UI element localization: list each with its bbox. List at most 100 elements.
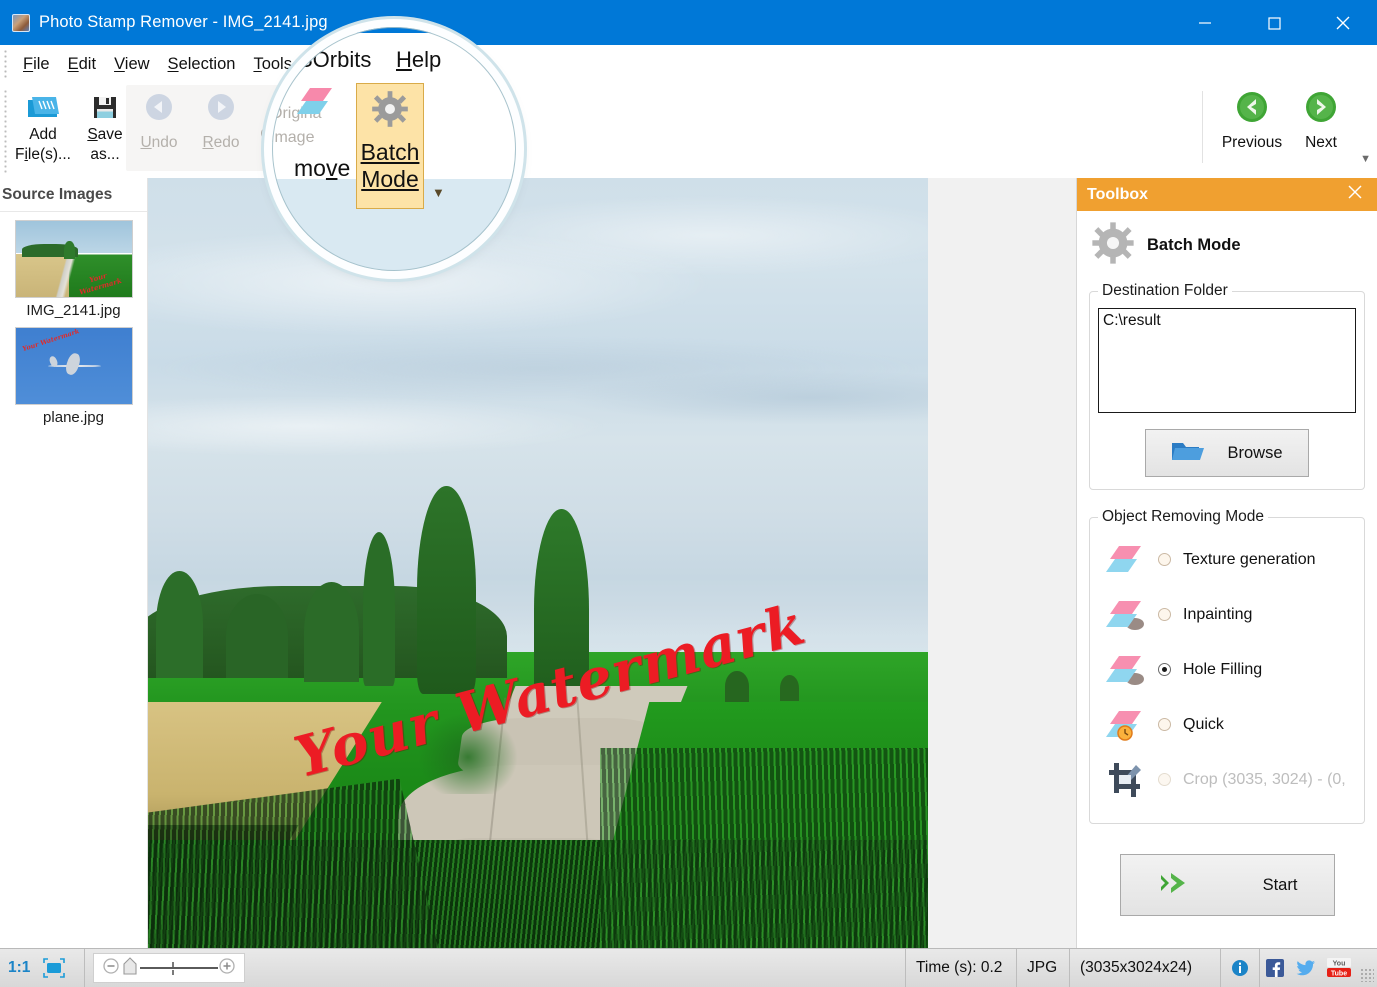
status-divider-1 bbox=[84, 948, 86, 987]
magnified-batch-label-2: Mode bbox=[361, 166, 419, 192]
mode-option-texture-generation[interactable]: Texture generation bbox=[1098, 532, 1356, 587]
ribbon-group-navigation: Previous Next bbox=[1198, 83, 1353, 178]
list-item[interactable]: Your Watermark IMG_2141.jpg bbox=[0, 220, 147, 325]
radio-crop[interactable] bbox=[1158, 773, 1171, 786]
eraser-shadow-icon bbox=[1098, 653, 1154, 687]
redo-label: Redo bbox=[202, 134, 240, 151]
mode-label-texture-generation: Texture generation bbox=[1183, 550, 1316, 568]
mode-label-inpainting: Inpainting bbox=[1183, 605, 1253, 623]
facebook-icon[interactable] bbox=[1260, 949, 1290, 987]
menu-edit[interactable]: Edit bbox=[59, 52, 105, 77]
twitter-icon[interactable] bbox=[1290, 949, 1322, 987]
start-button[interactable]: Start bbox=[1119, 854, 1335, 916]
magnified-remove-label: move bbox=[294, 155, 351, 181]
previous-arrow-icon bbox=[1235, 89, 1269, 125]
mode-label-quick: Quick bbox=[1183, 715, 1224, 733]
destination-folder-group: Destination Folder C:\result Browse bbox=[1089, 282, 1365, 490]
zoom-out-icon[interactable] bbox=[102, 957, 120, 980]
zoom-slider[interactable] bbox=[93, 953, 246, 983]
svg-text:You: You bbox=[1333, 960, 1346, 967]
landscape-road-thumbnail[interactable]: Your Watermark bbox=[14, 220, 133, 298]
minimize-button[interactable] bbox=[1170, 0, 1239, 45]
previous-label: Previous bbox=[1221, 134, 1283, 151]
toolbox-section-title: Batch Mode bbox=[1147, 236, 1241, 254]
close-button[interactable] bbox=[1308, 0, 1377, 45]
status-bar: 1:1 Time (s): 0.2 JPG (3035x3024x24) You… bbox=[0, 948, 1377, 987]
mode-label-crop: Crop (3035, 3024) - (0, bbox=[1183, 770, 1346, 788]
next-label: Next bbox=[1305, 134, 1337, 151]
magnified-eraser-icon bbox=[296, 85, 338, 124]
mode-label-hole-filling: Hole Filling bbox=[1183, 660, 1263, 678]
magnified-menu-help[interactable]: Help bbox=[396, 47, 441, 73]
ribbon-toolbar: Add File(s)... Save as... Undo Redo Prev… bbox=[0, 83, 1377, 178]
add-files-label-1: Add bbox=[29, 126, 57, 143]
redo-button[interactable]: Redo bbox=[190, 83, 252, 153]
destination-folder-legend: Destination Folder bbox=[1102, 282, 1228, 299]
mode-option-hole-filling[interactable]: Hole Filling bbox=[1098, 642, 1356, 697]
eraser-icon bbox=[1098, 543, 1154, 577]
processing-time-label: Time (s): 0.2 bbox=[916, 959, 1003, 976]
ribbon-grip[interactable] bbox=[4, 89, 7, 173]
magnified-menu-sorbits[interactable]: SOrbits bbox=[298, 47, 371, 73]
menu-grip[interactable] bbox=[4, 49, 7, 79]
mode-option-quick[interactable]: Quick bbox=[1098, 697, 1356, 752]
source-images-panel: Source Images Your Watermark IMG_2141.jp… bbox=[0, 178, 148, 948]
undo-button[interactable]: Undo bbox=[128, 83, 190, 153]
undo-label: Undo bbox=[140, 134, 178, 151]
fit-to-window-icon[interactable] bbox=[40, 949, 76, 987]
mode-option-inpainting[interactable]: Inpainting bbox=[1098, 587, 1356, 642]
menu-view[interactable]: View bbox=[105, 52, 158, 77]
browse-label: Browse bbox=[1227, 443, 1283, 462]
add-files-button[interactable]: Add File(s)... bbox=[12, 83, 74, 165]
toolbox-section-header: Batch Mode bbox=[1077, 211, 1377, 276]
start-label: Start bbox=[1262, 875, 1298, 894]
next-button[interactable]: Next bbox=[1289, 83, 1353, 153]
magnifier-overlay: SOrbits Help Origina Image move Batch Mo… bbox=[272, 27, 516, 271]
mode-option-crop[interactable]: Crop (3035, 3024) - (0, bbox=[1098, 752, 1356, 807]
landscape-road-field-photo[interactable]: Your Watermark bbox=[148, 178, 928, 948]
eraser-clock-icon bbox=[1098, 708, 1154, 742]
save-as-label-2: as... bbox=[90, 146, 120, 163]
list-item[interactable]: Your Watermark plane.jpg bbox=[0, 327, 147, 432]
zoom-ratio-label[interactable]: 1:1 bbox=[0, 949, 40, 987]
toolbox-header: Toolbox bbox=[1077, 178, 1377, 211]
resize-grip[interactable] bbox=[1360, 968, 1374, 982]
radio-inpainting[interactable] bbox=[1158, 608, 1171, 621]
folder-icon bbox=[1171, 439, 1205, 468]
list-item-label: IMG_2141.jpg bbox=[26, 302, 121, 319]
image-canvas-area[interactable]: Your Watermark bbox=[148, 178, 1076, 948]
magnified-batch-mode-button[interactable]: Batch Mode bbox=[356, 83, 424, 209]
toolbox-panel: Toolbox Batch Mode Destination Folder C:… bbox=[1076, 178, 1377, 948]
magnified-overflow-icon[interactable]: ▼ bbox=[432, 185, 445, 200]
zoom-in-icon[interactable] bbox=[218, 957, 236, 980]
radio-texture-generation[interactable] bbox=[1158, 553, 1171, 566]
previous-button[interactable]: Previous bbox=[1215, 83, 1289, 153]
menu-file[interactable]: FFileile bbox=[14, 52, 59, 77]
redo-icon bbox=[205, 89, 237, 125]
gear-icon bbox=[371, 90, 409, 133]
save-icon bbox=[91, 89, 119, 125]
youtube-icon[interactable]: You Tube bbox=[1322, 949, 1360, 987]
info-icon[interactable] bbox=[1221, 949, 1259, 987]
add-files-icon bbox=[26, 89, 60, 125]
maximize-button[interactable] bbox=[1239, 0, 1308, 45]
next-arrow-icon bbox=[1304, 89, 1338, 125]
radio-quick[interactable] bbox=[1158, 718, 1171, 731]
magnified-batch-label-1: Batch bbox=[360, 139, 420, 165]
object-removing-mode-group: Object Removing Mode Texture generation bbox=[1089, 508, 1365, 824]
airplane-thumbnail[interactable]: Your Watermark bbox=[14, 327, 133, 405]
dimensions-label: (3035x3024x24) bbox=[1080, 959, 1193, 976]
menu-selection[interactable]: Selection bbox=[159, 52, 245, 77]
zoom-slider-handle[interactable] bbox=[122, 956, 138, 981]
radio-hole-filling[interactable] bbox=[1158, 663, 1171, 676]
ribbon-separator-2 bbox=[1202, 91, 1203, 163]
save-as-label-1: Save bbox=[87, 126, 123, 143]
application-window: Photo Stamp Remover - IMG_2141.jpg FFile… bbox=[0, 0, 1377, 987]
browse-button[interactable]: Browse bbox=[1145, 429, 1309, 477]
toolbox-title: Toolbox bbox=[1087, 185, 1149, 203]
crop-icon bbox=[1098, 761, 1154, 799]
destination-folder-input[interactable]: C:\result bbox=[1098, 308, 1356, 413]
toolbox-close-icon[interactable] bbox=[1341, 182, 1369, 207]
ribbon-overflow-icon-2[interactable]: ▼ bbox=[1360, 153, 1371, 165]
zoom-slider-track[interactable] bbox=[140, 958, 219, 978]
